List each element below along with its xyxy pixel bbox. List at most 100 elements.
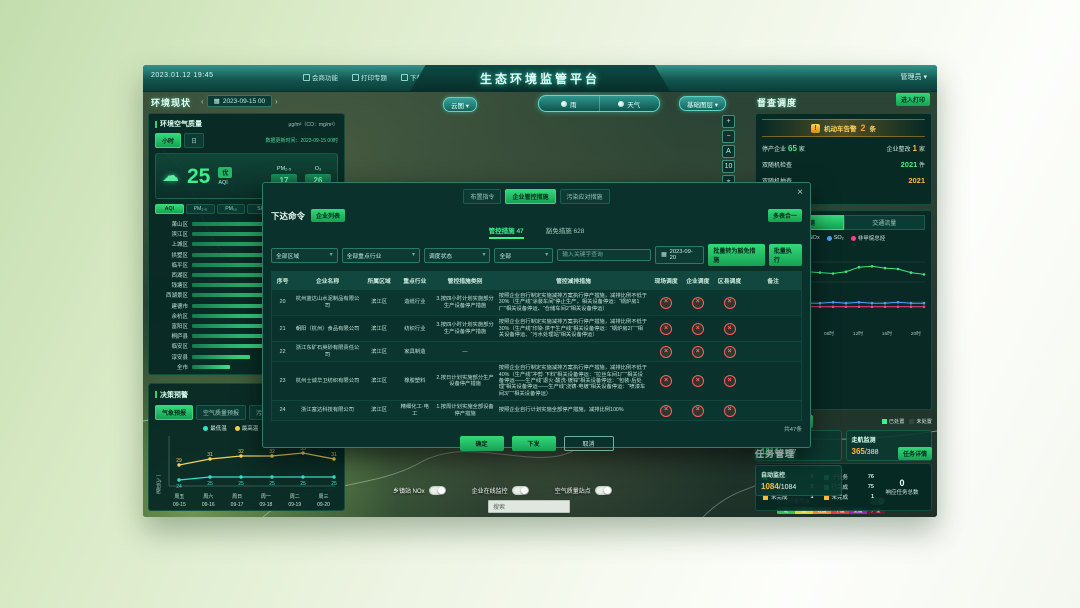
cell-measure-type: 2.按日计划实施部分生产设备停产措施	[433, 362, 496, 400]
layer-toggle[interactable]	[512, 486, 529, 495]
legend-label: 最低温	[210, 424, 227, 432]
modal-footer-button[interactable]: 下发	[512, 436, 556, 451]
filter-select[interactable]: 全部▾	[494, 248, 553, 263]
dispatch-x-icon[interactable]: ×	[724, 405, 736, 417]
base-layer-pill[interactable]: 基础图层 ▾	[679, 96, 726, 111]
modal-count-tab[interactable]: 豁免措施 628	[546, 225, 585, 239]
dispatch-x-icon[interactable]: ×	[724, 346, 736, 358]
map-tool-button[interactable]: +	[722, 115, 735, 128]
app-title-wrap: 生态环境监管平台	[410, 65, 670, 91]
layer-toggle[interactable]	[429, 486, 446, 495]
disposed-label: 已处置	[889, 418, 905, 425]
modal-top-tab[interactable]: 污染应对措施	[560, 189, 610, 204]
modal-top-tab[interactable]: 布置指令	[463, 189, 501, 204]
pollutant-tab[interactable]: AQI	[155, 204, 184, 214]
header-menu-item[interactable]: 会商功能	[303, 72, 338, 82]
modal-footer-button[interactable]: 取消	[564, 436, 614, 451]
dispatch-x-icon[interactable]: ×	[692, 323, 704, 335]
cell-dispatch: ×	[650, 362, 682, 400]
stat-value-wrap: 2021	[908, 176, 925, 185]
dispatch-x-icon[interactable]: ×	[692, 346, 704, 358]
cell-dispatch: ×	[650, 342, 682, 361]
district-label: 淳安县	[155, 353, 188, 361]
table-row: 21朝阳（杭州）食品有限公司滨江区纺织行业3.按四小时计划实施部分生产设备停产措…	[272, 315, 801, 341]
tab-hour[interactable]: 小时	[155, 133, 181, 148]
layer-toggle[interactable]	[595, 486, 612, 495]
dispatch-x-icon[interactable]: ×	[692, 297, 704, 309]
column-header: 管控措施类别	[433, 272, 496, 289]
map-toggle-label: 乡镇站 NOx	[393, 486, 425, 495]
filter-select-value: 调度状态	[429, 251, 452, 260]
filter-select[interactable]: 全部区域▾	[271, 248, 338, 263]
header-menus: 会商功能打印专题下载专题	[303, 72, 436, 82]
dispatch-x-icon[interactable]: ×	[660, 323, 672, 335]
filter-select[interactable]: 全部重点行业▾	[342, 248, 420, 263]
next-date-arrow[interactable]: ›	[275, 97, 278, 106]
district-label: 建德市	[155, 302, 188, 310]
datetime: 2023.01.12 19:45	[151, 72, 214, 79]
forecast-xlabel: 周二09-19	[280, 494, 309, 509]
cell-remark	[745, 362, 801, 400]
update-time: 数据更新时间：2023-09-15 00时	[265, 137, 338, 144]
filter-select[interactable]: 调度状态▾	[424, 248, 491, 263]
top-bar: 2023.01.12 19:45 会商功能打印专题下载专题 生态环境监管平台 管…	[143, 65, 937, 92]
cell-measure-type: 3.按四小时计划实施部分生产设备停产措施	[433, 290, 496, 315]
date-filter[interactable]: ▦ 2023-09-20	[655, 246, 704, 264]
cloud-layer-pill[interactable]: 云图 ▾	[443, 97, 477, 112]
dispatch-x-icon[interactable]: ×	[660, 297, 672, 309]
weather-segment-label: 天气	[627, 99, 640, 109]
close-icon[interactable]: ×	[797, 187, 803, 198]
forecast-tab[interactable]: 空气质量预报	[196, 405, 246, 420]
cell-measure: 按照企业自行计划实施全部停产措施，减排比例100%	[497, 401, 650, 420]
dispatch-x-icon[interactable]: ×	[660, 346, 672, 358]
batch-button[interactable]: 批量执行	[769, 244, 802, 266]
svg-text:25: 25	[238, 481, 244, 487]
date-picker-value[interactable]: ▦ 2023-09-15 00	[207, 95, 272, 107]
legend-swatch	[203, 426, 208, 431]
batch-button[interactable]: 批量转为豁免措施	[708, 244, 764, 266]
district-label: 拱墅区	[155, 251, 188, 259]
alert-banner[interactable]: ! 机动车告警 2 条	[762, 119, 925, 137]
svg-text:25: 25	[331, 481, 337, 487]
dispatch-x-icon[interactable]: ×	[724, 297, 736, 309]
date-text: 2023-09-15 00	[223, 98, 265, 105]
alert-count: 2	[860, 123, 865, 133]
user-menu[interactable]: 管理员 ▾	[901, 72, 927, 82]
monitor-tab[interactable]: 交通流量	[844, 215, 926, 230]
map-layer-toggles: 乡镇站 NOx企业在线监控空气质量站点	[393, 486, 612, 495]
cell-remark	[745, 290, 801, 315]
map-toolbar: +−A10⌖	[722, 115, 735, 188]
map-tool-button[interactable]: 10	[722, 160, 735, 173]
dispatch-x-icon[interactable]: ×	[660, 375, 672, 387]
header-menu-item[interactable]: 打印专题	[352, 72, 387, 82]
table-row: 24浙江富达科技有限公司滨江区精细化工·电工1.按周计划实施全部设备停产措施按照…	[272, 400, 801, 420]
map-tool-button[interactable]: −	[722, 130, 735, 143]
print-button[interactable]: 进入打印	[896, 93, 930, 106]
pollutant-tab[interactable]: PM₂.₅	[186, 204, 215, 214]
weather-segment[interactable]: 天气	[599, 96, 660, 111]
forecast-tab[interactable]: 气象预报	[155, 405, 193, 420]
keyword-search-input[interactable]	[557, 249, 651, 261]
cell-industry: 精细化工·电工	[396, 401, 433, 420]
dispatch-x-icon[interactable]: ×	[692, 405, 704, 417]
pollutant-tab[interactable]: PM₁₀	[217, 204, 246, 214]
modal-filters: 全部区域▾ 全部重点行业▾ 调度状态▾全部▾ ▦ 2023-09-20 批量转为豁免…	[271, 244, 802, 266]
dispatch-x-icon[interactable]: ×	[724, 323, 736, 335]
modal-top-tab[interactable]: 企业管控措施	[505, 189, 555, 204]
modal-footer-button[interactable]: 确定	[460, 436, 504, 451]
legend-swatch	[827, 236, 832, 241]
map-search-input[interactable]: 搜索	[488, 500, 570, 513]
dispatch-x-icon[interactable]: ×	[660, 405, 672, 417]
rain-segment[interactable]: 雨	[539, 96, 599, 111]
dispatch-x-icon[interactable]: ×	[692, 375, 704, 387]
map-tool-button[interactable]: A	[722, 145, 735, 158]
stat-item: 停产企业65家	[762, 144, 805, 153]
enterprise-list-button[interactable]: 企业列表	[311, 209, 345, 222]
merge-button[interactable]: 多表合一	[768, 209, 802, 222]
task-detail-button[interactable]: 任务详情	[898, 447, 932, 460]
modal-count-tab[interactable]: 管控措施 47	[489, 225, 524, 239]
dispatch-x-icon[interactable]: ×	[724, 375, 736, 387]
prev-date-arrow[interactable]: ‹	[201, 97, 204, 106]
cell-industry: 纺织行业	[396, 316, 433, 341]
tab-day[interactable]: 日	[184, 133, 204, 148]
